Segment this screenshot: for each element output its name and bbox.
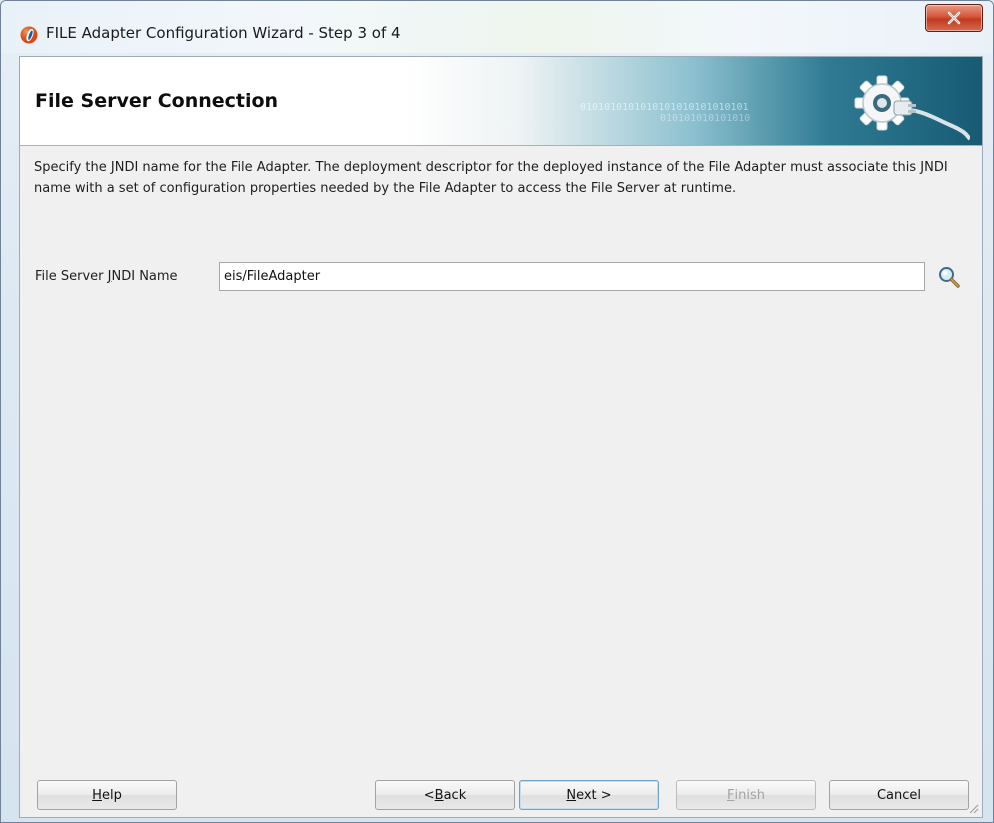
jndi-name-input[interactable] xyxy=(219,262,925,291)
step-header-banner: File Server Connection 01010101010101010… xyxy=(20,57,982,146)
browse-jndi-button[interactable] xyxy=(934,262,964,292)
step-description: Specify the JNDI name for the File Adapt… xyxy=(34,160,948,196)
cancel-button[interactable]: Cancel xyxy=(829,780,969,810)
resize-grip-icon[interactable] xyxy=(967,802,979,814)
wizard-client-area: File Server Connection 01010101010101010… xyxy=(19,56,983,818)
binary-decoration: 0101010101010101010101010101 xyxy=(580,102,749,113)
help-button[interactable]: Help xyxy=(37,780,177,810)
next-label: ext > xyxy=(576,787,612,803)
close-icon xyxy=(947,11,961,25)
finish-button[interactable]: Finish xyxy=(676,780,816,810)
close-button[interactable] xyxy=(925,4,983,32)
back-prefix: < xyxy=(423,787,435,803)
binary-decoration-2: 010101010101010 xyxy=(660,113,751,124)
next-mnemonic: N xyxy=(566,787,577,803)
back-mnemonic: B xyxy=(434,787,444,803)
jndi-name-label: File Server JNDI Name xyxy=(35,269,178,284)
back-label: ack xyxy=(443,787,467,803)
title-bar[interactable]: FILE Adapter Configuration Wizard - Step… xyxy=(1,1,993,53)
help-label: elp xyxy=(101,787,122,803)
oracle-app-icon xyxy=(20,26,38,44)
finish-mnemonic: F xyxy=(727,787,735,803)
cancel-label: Cancel xyxy=(876,787,922,803)
step-title: File Server Connection xyxy=(35,90,279,112)
window-title: FILE Adapter Configuration Wizard - Step… xyxy=(46,24,401,42)
wizard-window: FILE Adapter Configuration Wizard - Step… xyxy=(0,0,994,823)
help-mnemonic: H xyxy=(92,787,102,803)
finish-label: inish xyxy=(734,787,765,803)
jndi-label-part2: NDI Name xyxy=(111,269,178,284)
jndi-label-part1: File Server xyxy=(35,269,108,284)
back-button[interactable]: < Back xyxy=(375,780,515,810)
gear-plug-icon xyxy=(854,75,970,141)
next-button[interactable]: Next > xyxy=(519,780,659,810)
magnifier-icon xyxy=(939,267,960,288)
